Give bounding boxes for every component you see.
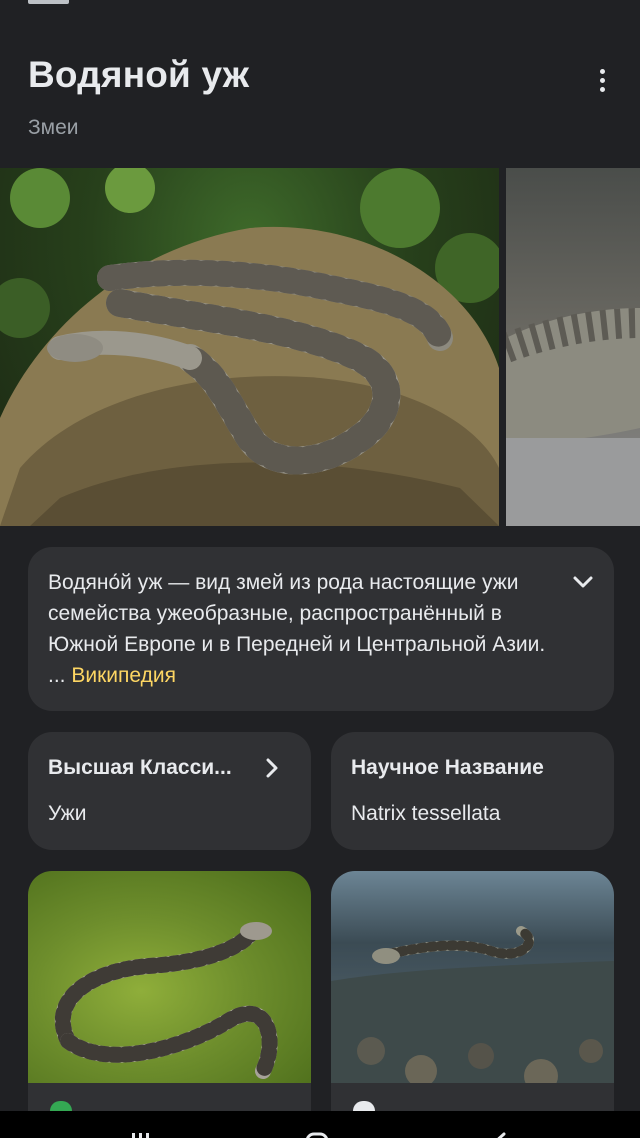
fact-card-scientific-name[interactable]: Научное Название Natrix tessellata: [331, 732, 614, 850]
wikipedia-link[interactable]: Википедия: [71, 664, 176, 687]
hero-image-snake-on-rock[interactable]: [0, 168, 499, 526]
back-icon[interactable]: [478, 1113, 518, 1138]
source-favicon: [353, 1101, 375, 1111]
image-source-bar: [331, 1083, 614, 1111]
fact-label: Высшая Класси...: [48, 756, 232, 779]
image-result-snake-underwater[interactable]: [331, 871, 614, 1111]
page-subtitle: Змеи: [28, 116, 79, 139]
description-text: Водяно́й уж — вид змей из рода настоящие…: [48, 567, 558, 691]
chevron-right-icon: [266, 758, 278, 778]
fact-card-classification[interactable]: Высшая Класси... Ужи: [28, 732, 311, 850]
source-favicon: [50, 1101, 72, 1111]
description-card[interactable]: Водяно́й уж — вид змей из рода настоящие…: [28, 547, 614, 711]
fact-value: Natrix tessellata: [351, 802, 501, 825]
chevron-down-icon[interactable]: [570, 569, 596, 595]
image-result-snake-on-moss[interactable]: [28, 871, 311, 1111]
fact-value: Ужи: [48, 802, 87, 825]
image-source-bar: [28, 1083, 311, 1111]
home-icon[interactable]: [298, 1113, 338, 1138]
fact-label: Научное Название: [351, 756, 544, 779]
carousel-next-image[interactable]: [506, 168, 640, 526]
image-carousel[interactable]: [0, 168, 640, 526]
recent-apps-icon[interactable]: [121, 1113, 161, 1138]
page-title: Водяной уж: [28, 54, 250, 95]
more-vert-icon[interactable]: [586, 64, 618, 96]
system-nav-bar: [0, 1111, 640, 1138]
drag-handle[interactable]: [28, 0, 69, 4]
